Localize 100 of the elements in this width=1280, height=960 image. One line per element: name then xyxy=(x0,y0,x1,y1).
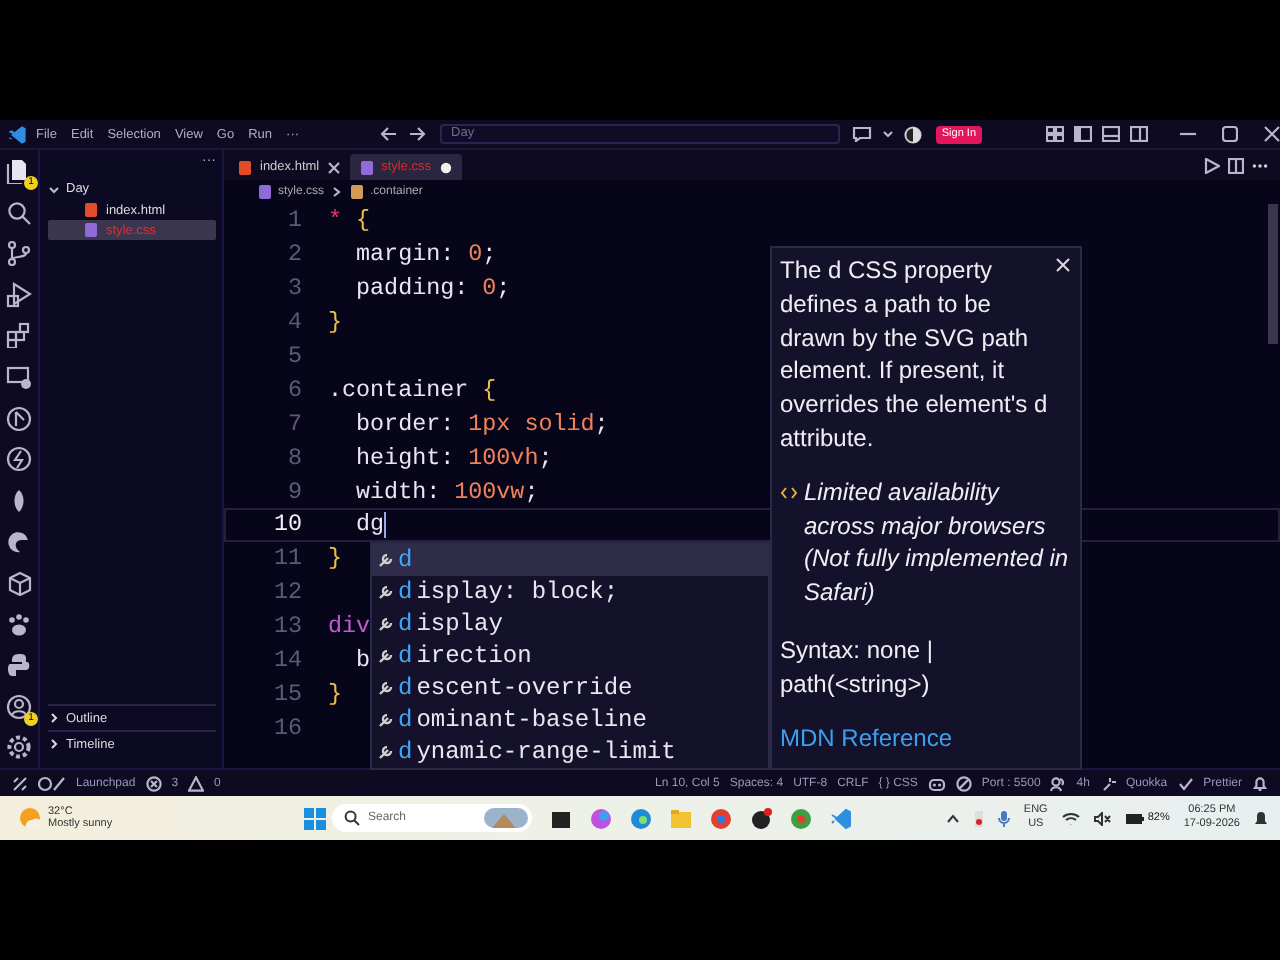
battery-saver-icon[interactable] xyxy=(973,809,984,827)
code-line: * { xyxy=(328,206,371,235)
window-icon[interactable] xyxy=(550,807,572,829)
layout-grid-icon[interactable] xyxy=(1046,126,1064,142)
suggestion-item[interactable]: d ominant-baseline xyxy=(372,704,768,736)
code-editor-icon[interactable] xyxy=(830,807,852,829)
suggestion-item[interactable]: d isplay xyxy=(372,608,768,640)
suggestion-item[interactable]: d ynamic-range-limit xyxy=(372,736,768,768)
microphone-icon[interactable] xyxy=(997,809,1010,827)
line-number: 13 xyxy=(271,612,302,641)
wrench-icon xyxy=(378,744,394,760)
code-brackets-icon xyxy=(780,485,798,500)
wrench-icon xyxy=(378,552,394,568)
chevron-up-icon[interactable] xyxy=(945,813,960,823)
monitor-icon[interactable] xyxy=(6,363,32,390)
text-cursor xyxy=(384,511,387,538)
settings-icon[interactable] xyxy=(6,734,32,761)
split-editor-icon[interactable] xyxy=(1228,157,1244,173)
dark-circle-icon[interactable] xyxy=(750,807,772,829)
code-line: } xyxy=(328,679,343,708)
code-line: margin: 0; xyxy=(354,240,497,269)
run-icon[interactable] xyxy=(1204,157,1220,173)
line-number: 8 xyxy=(285,443,302,472)
line-number: 1 xyxy=(285,206,302,235)
cube-icon[interactable] xyxy=(6,569,32,596)
availability-note: Limited availability across major browsers (Not fully implemented in Safari) xyxy=(804,475,1071,610)
files-icon[interactable] xyxy=(6,158,32,184)
wrench-icon xyxy=(378,712,394,728)
blocked-icon[interactable] xyxy=(955,775,972,791)
search-icon[interactable] xyxy=(6,199,32,226)
browser-swirl-icon[interactable] xyxy=(630,807,652,829)
syntax-text: Syntax: none | path(<string>) xyxy=(780,633,935,702)
line-number: 2 xyxy=(285,240,302,269)
mdn-reference-link[interactable]: MDN Reference xyxy=(780,723,953,752)
search-icon xyxy=(344,810,360,826)
app-logo-icon xyxy=(8,125,26,143)
swirl-icon[interactable] xyxy=(6,528,32,555)
line-number: 3 xyxy=(285,274,302,303)
scrollbar-thumb[interactable] xyxy=(1268,204,1278,344)
windows-logo-icon[interactable] xyxy=(304,807,326,829)
line-number: 9 xyxy=(285,477,302,506)
chevron-right-icon xyxy=(48,738,60,750)
line-number: 6 xyxy=(285,375,302,404)
check-icon[interactable] xyxy=(1177,775,1194,791)
snake-icon[interactable] xyxy=(6,652,32,679)
branch-icon[interactable] xyxy=(6,240,32,267)
suggestion-item[interactable]: d xyxy=(372,544,768,576)
chat-icon[interactable] xyxy=(851,126,872,142)
account-icon[interactable] xyxy=(6,693,32,720)
panel-right-icon[interactable] xyxy=(1130,126,1148,142)
warning-icon[interactable] xyxy=(188,775,205,791)
code-line: border: 1px solid; xyxy=(354,409,609,438)
unsaved-dot-icon[interactable] xyxy=(439,161,452,173)
speaker-muted-icon[interactable] xyxy=(1093,811,1112,825)
bell-icon[interactable] xyxy=(1252,775,1268,791)
suggestion-item[interactable]: d isplay: block; xyxy=(372,576,768,608)
chevron-right-icon xyxy=(48,712,60,724)
line-number: 4 xyxy=(285,308,302,337)
landscape-picture-icon xyxy=(484,808,528,828)
half-circle-icon[interactable] xyxy=(903,125,922,143)
wifi-icon[interactable] xyxy=(1061,811,1080,825)
line-number: 10 xyxy=(271,510,302,539)
notification-bell-icon[interactable] xyxy=(1254,809,1268,827)
wrench-icon xyxy=(378,648,394,664)
forward-arrow-icon[interactable] xyxy=(407,126,426,142)
code-line: height: 100vh; xyxy=(354,443,553,472)
wrench-icon xyxy=(378,680,394,696)
close-icon[interactable] xyxy=(327,161,340,173)
suggestion-item[interactable]: d escent-override xyxy=(372,672,768,704)
selector-icon xyxy=(350,184,365,200)
people-icon[interactable] xyxy=(1050,775,1067,791)
wrench-icon xyxy=(378,584,394,600)
paw-icon[interactable] xyxy=(6,611,32,638)
close-icon[interactable] xyxy=(1264,126,1280,142)
line-number: 5 xyxy=(285,342,302,370)
wrench-icon xyxy=(378,616,394,632)
line-number: 16 xyxy=(271,713,302,742)
battery-icon[interactable] xyxy=(1125,813,1144,823)
line-number: 12 xyxy=(271,578,302,607)
chevron-right-icon xyxy=(332,186,343,198)
description-text: The d CSS property defines a path to be drawn by the SVG path element. If present, it overrides the element's d attribute. xyxy=(780,254,1048,456)
blocks-icon[interactable] xyxy=(6,322,32,349)
line-number: 7 xyxy=(285,409,302,438)
code-line: b xyxy=(354,646,371,675)
suggestion-item[interactable]: d irection xyxy=(372,640,768,672)
remote-icon[interactable] xyxy=(12,775,28,791)
back-arrow-icon[interactable] xyxy=(379,126,398,142)
code-line: padding: 0; xyxy=(354,274,511,303)
line-number: 14 xyxy=(271,646,302,675)
panel-bottom-icon[interactable] xyxy=(1102,126,1120,142)
panel-left-icon[interactable] xyxy=(1074,126,1092,142)
chevron-down-icon xyxy=(48,183,60,195)
code-line: } xyxy=(328,308,343,337)
close-icon[interactable] xyxy=(1056,258,1070,272)
chevron-down-icon[interactable] xyxy=(881,126,894,142)
code-line: dg xyxy=(354,510,387,539)
lightning-icon[interactable] xyxy=(6,446,32,473)
line-number: 15 xyxy=(271,679,302,708)
maximize-icon[interactable] xyxy=(1222,126,1238,142)
error-icon[interactable] xyxy=(145,775,162,791)
